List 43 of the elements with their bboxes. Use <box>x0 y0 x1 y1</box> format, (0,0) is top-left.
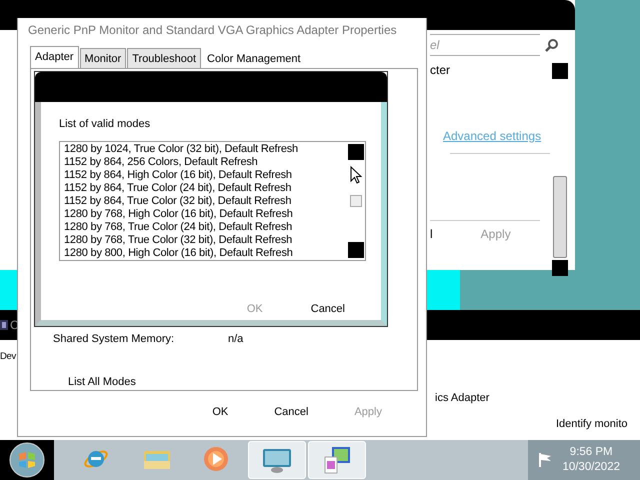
scroll-block <box>348 242 364 258</box>
list-item[interactable]: 1280 by 1024, True Color (32 bit), Default Refresh <box>64 142 347 156</box>
field-value: n/a <box>228 332 244 347</box>
dialog-button[interactable]: OK <box>208 404 232 420</box>
scroll-thumb[interactable] <box>350 194 362 206</box>
tab[interactable]: Troubleshoot <box>127 48 202 68</box>
label-text: ics Adapter <box>435 391 490 406</box>
scroll-block <box>348 144 364 160</box>
window-icon <box>0 320 8 330</box>
list-item[interactable]: 1152 by 864, True Color (32 bit), Default Refresh <box>64 194 347 208</box>
taskbar-button[interactable] <box>308 441 366 479</box>
dialog-button[interactable]: Cancel <box>306 300 349 317</box>
list-item[interactable]: 1152 by 864, 256 Colors, Default Refresh <box>64 156 347 168</box>
window-title: Generic PnP Monitor and Standard VGA Graphics Adapter Properties <box>27 22 398 39</box>
tab[interactable]: Adapter <box>30 46 79 69</box>
list-all-modes-button[interactable]: List All Modes <box>64 374 140 390</box>
list-item[interactable]: 1280 by 800, High Color (16 bit), Default Refresh <box>64 246 347 260</box>
list-item[interactable]: 1280 by 768, High Color (16 bit), Default Refresh <box>64 208 347 220</box>
scroll-block <box>552 260 568 276</box>
list-item[interactable]: 1280 by 768, True Color (32 bit), Default Refresh <box>64 234 347 246</box>
dialog-button[interactable]: Cancel <box>270 404 312 420</box>
scrollbar[interactable] <box>553 176 567 258</box>
tab[interactable]: Monitor <box>80 48 126 68</box>
list-label: List of valid modes <box>59 117 152 132</box>
label-text: Identify monito <box>556 416 628 432</box>
search-field[interactable]: el <box>430 34 540 56</box>
label-text: cter <box>430 62 450 79</box>
search-icon <box>545 38 559 52</box>
flag-icon <box>538 452 552 468</box>
taskbar-button[interactable] <box>248 441 306 479</box>
list-item[interactable]: 1152 by 864, High Color (16 bit), Default Refresh <box>64 168 347 182</box>
label-text: l <box>430 226 433 243</box>
list-item[interactable]: 1280 by 768, True Color (24 bit), Default Refresh <box>64 220 347 234</box>
start-button-icon <box>9 442 45 478</box>
scrollbar[interactable] <box>347 142 365 260</box>
scroll-block <box>552 63 568 79</box>
field-label: Shared System Memory: <box>53 332 176 347</box>
label-text: Dev <box>0 350 16 364</box>
pointer-icon <box>350 166 362 184</box>
tab[interactable]: Color Management <box>202 48 306 68</box>
color-monitor-icon <box>322 445 352 475</box>
modes-list[interactable] <box>59 140 366 260</box>
list-item[interactable]: 1152 by 864, True Color (24 bit), Default Refresh <box>64 182 347 194</box>
